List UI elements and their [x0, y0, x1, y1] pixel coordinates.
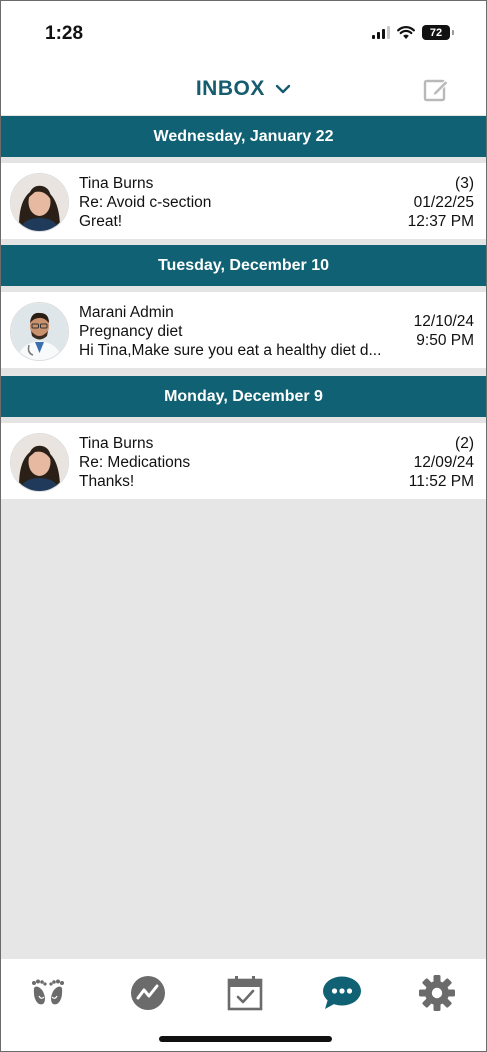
status-bar: 1:28 72: [1, 1, 486, 63]
message-time: 12:37 PM: [407, 213, 474, 230]
status-icons: 72: [372, 25, 454, 40]
date-header: Wednesday, January 22: [1, 116, 486, 157]
tab-baby[interactable]: [28, 973, 68, 1013]
battery-icon: 72: [422, 25, 454, 40]
message-preview: Thanks!: [79, 473, 135, 490]
message-meta: (3) 01/22/25 12:37 PM: [408, 174, 474, 231]
trend-chart-icon: [131, 976, 165, 1010]
chevron-down-icon: [275, 85, 291, 94]
message-time: 9:50 PM: [416, 332, 474, 349]
message-row[interactable]: Tina Burns Re: Avoid c-section Great! (3…: [1, 163, 486, 239]
message-date: 01/22/25: [413, 194, 474, 211]
avatar: [10, 173, 69, 232]
message-subject: Pregnancy diet: [79, 323, 183, 340]
message-subject: Re: Avoid c-section: [79, 194, 212, 211]
message-meta: 12/10/24 9:50 PM: [414, 312, 474, 350]
inbox-folder-selector[interactable]: INBOX: [1, 77, 486, 101]
message-text: Marani Admin Pregnancy diet Hi Tina,Make…: [79, 303, 381, 360]
tab-messages[interactable]: [322, 973, 362, 1013]
status-time: 1:28: [45, 23, 84, 44]
inbox-header: INBOX: [1, 63, 486, 115]
message-count: (3): [455, 175, 474, 192]
message-sender: Tina Burns: [79, 435, 154, 452]
wifi-icon: [397, 25, 415, 39]
app-screen: 1:28 72 INBOX Wednesday, January 22 Tina…: [0, 0, 487, 1052]
message-row[interactable]: Marani Admin Pregnancy diet Hi Tina,Make…: [1, 292, 486, 368]
message-sender: Tina Burns: [79, 175, 154, 192]
compose-icon[interactable]: [422, 76, 450, 104]
message-preview: Great!: [79, 213, 123, 230]
chat-bubble-icon: [323, 976, 361, 1009]
date-header: Tuesday, December 10: [1, 245, 486, 286]
message-subject: Re: Medications: [79, 454, 191, 471]
footprints-icon: [32, 979, 64, 1005]
avatar: [10, 302, 69, 361]
message-time: 11:52 PM: [408, 473, 474, 490]
message-preview: Hi Tina,Make sure you eat a healthy diet…: [79, 342, 382, 359]
tab-bar: [1, 959, 486, 1051]
page-title: INBOX: [195, 77, 265, 100]
avatar: [10, 433, 69, 492]
message-sender: Marani Admin: [79, 304, 174, 321]
tab-progress[interactable]: [128, 973, 168, 1013]
divider: [1, 368, 486, 374]
message-date: 12/10/24: [413, 313, 474, 330]
calendar-check-icon: [227, 976, 263, 1011]
message-text: Tina Burns Re: Medications Thanks!: [79, 434, 190, 491]
home-indicator: [159, 1036, 332, 1042]
message-text: Tina Burns Re: Avoid c-section Great!: [79, 174, 211, 231]
date-header: Monday, December 9: [1, 376, 486, 417]
tab-calendar[interactable]: [225, 973, 265, 1013]
message-row[interactable]: Tina Burns Re: Medications Thanks! (2) 1…: [1, 423, 486, 499]
message-date: 12/09/24: [413, 454, 474, 471]
gear-icon: [419, 975, 455, 1011]
message-count: (2): [455, 435, 474, 452]
tab-settings[interactable]: [417, 973, 457, 1013]
cellular-signal-icon: [372, 26, 390, 39]
message-meta: (2) 12/09/24 11:52 PM: [409, 434, 474, 491]
